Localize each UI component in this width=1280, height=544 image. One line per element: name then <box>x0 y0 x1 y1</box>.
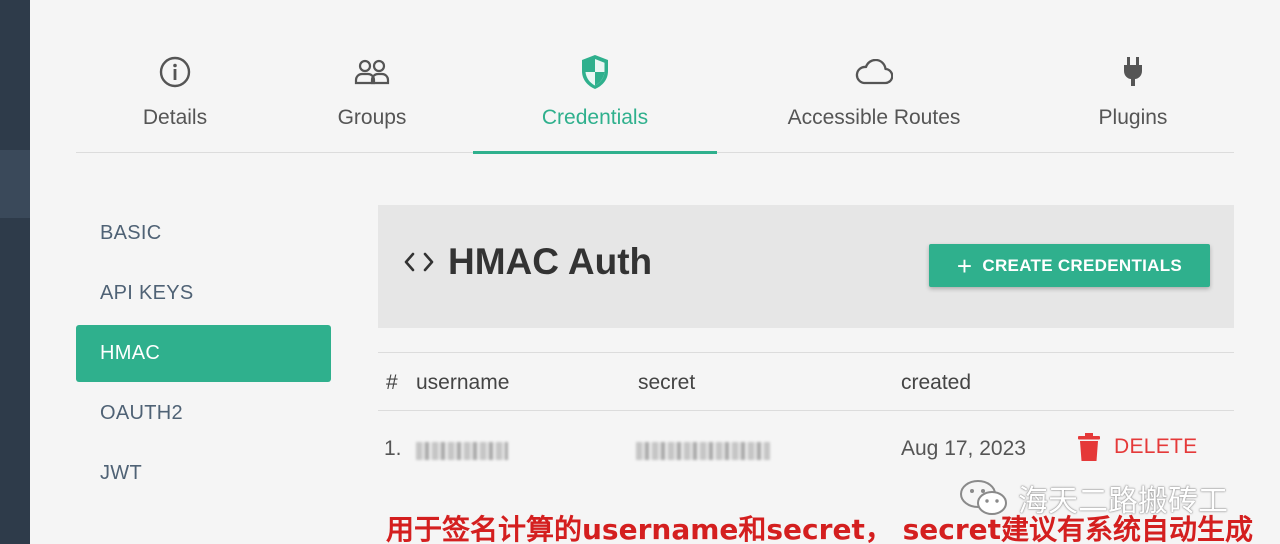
col-created: created <box>901 371 972 394</box>
username-redacted <box>416 442 508 460</box>
plug-icon <box>1122 52 1144 92</box>
secret-redacted <box>636 442 770 460</box>
tab-label: Credentials <box>541 106 649 129</box>
users-icon <box>354 52 390 92</box>
rail-active-item[interactable] <box>0 150 30 218</box>
nav-item-basic[interactable]: BASIC <box>76 205 331 262</box>
tab-label: Plugins <box>1098 106 1168 129</box>
delete-button[interactable]: DELETE <box>1078 433 1198 461</box>
create-credentials-button[interactable]: + CREATE CREDENTIALS <box>929 244 1210 287</box>
nav-item-hmac[interactable]: HMAC <box>76 325 331 382</box>
panel-header: HMAC Auth + CREATE CREDENTIALS <box>378 205 1234 328</box>
info-icon <box>159 52 191 92</box>
annotation-text: 用于签名计算的username和secret， secret建议有系统自动生成 <box>386 513 1254 544</box>
tab-plugins[interactable]: Plugins <box>1088 52 1178 153</box>
code-icon <box>404 252 434 272</box>
tab-accessible-routes[interactable]: Accessible Routes <box>776 52 972 153</box>
create-credentials-label: CREATE CREDENTIALS <box>982 255 1183 275</box>
credentials-table: # username secret created 1. Aug 17, 202… <box>378 352 1234 491</box>
panel-title: HMAC Auth <box>404 241 652 283</box>
app-sidebar-rail <box>0 0 30 544</box>
tab-label: Accessible Routes <box>787 106 961 129</box>
row-index: 1. <box>384 437 402 460</box>
panel-title-text: HMAC Auth <box>448 241 653 282</box>
delete-label: DELETE <box>1114 435 1198 458</box>
col-index: # <box>386 371 398 394</box>
col-username: username <box>416 371 510 394</box>
table-header: # username secret created <box>378 353 1234 411</box>
tab-details[interactable]: Details <box>114 52 236 153</box>
main-content: Details Groups Credentials Accessible Ro… <box>30 0 1280 544</box>
trash-icon <box>1078 433 1100 461</box>
row-created: Aug 17, 2023 <box>901 437 1026 460</box>
nav-item-oauth2[interactable]: OAUTH2 <box>76 385 331 442</box>
nav-item-api-keys[interactable]: API KEYS <box>76 265 331 322</box>
tab-label: Groups <box>337 106 407 129</box>
col-secret: secret <box>638 371 696 394</box>
cloud-icon <box>855 52 893 92</box>
tab-bar: Details Groups Credentials Accessible Ro… <box>76 52 1234 154</box>
credential-type-nav: BASIC API KEYS HMAC OAUTH2 JWT <box>76 205 331 505</box>
nav-item-jwt[interactable]: JWT <box>76 445 331 502</box>
tab-credentials[interactable]: Credentials <box>473 52 717 154</box>
shield-icon <box>580 52 610 92</box>
plus-icon: + <box>956 250 973 281</box>
tab-label: Details <box>142 106 208 129</box>
tab-groups[interactable]: Groups <box>322 52 422 153</box>
